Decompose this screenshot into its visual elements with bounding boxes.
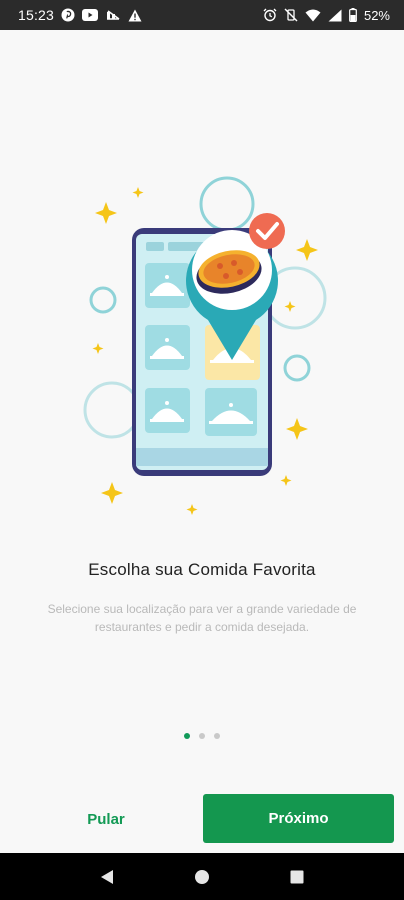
decorative-ring-left: [89, 286, 117, 314]
status-bar-right: 52%: [263, 8, 390, 23]
page-indicator: [0, 733, 404, 739]
pinterest-icon: [61, 8, 75, 22]
sparkle-icon: [132, 187, 144, 198]
skip-button[interactable]: Pular: [60, 797, 152, 841]
status-time: 15:23: [18, 7, 55, 23]
decorative-ring-top: [199, 176, 255, 232]
sparkle-icon: [95, 202, 117, 224]
status-bar-left: 15:23: [18, 7, 142, 23]
vibrate-off-icon: [284, 8, 298, 22]
warning-icon: [128, 9, 142, 22]
decorative-ring-big-left: [83, 381, 141, 439]
wifi-icon: [305, 9, 321, 22]
home-icon[interactable]: [182, 857, 222, 897]
food-tile: [145, 263, 190, 308]
battery-percentage: 52%: [363, 7, 390, 23]
onboarding-description: Selecione sua localização para ver a gra…: [47, 602, 357, 634]
youtube-icon: [82, 9, 99, 21]
alarm-icon: [263, 8, 277, 22]
battery-icon: [349, 8, 357, 22]
recents-icon[interactable]: [277, 857, 317, 897]
decorative-ring-right: [283, 354, 311, 382]
food-tile: [145, 325, 190, 370]
onboarding-illustration: [0, 160, 404, 530]
page-dot: [199, 733, 205, 739]
signal-icon: [328, 9, 342, 22]
status-bar: 15:23 52%: [0, 0, 404, 30]
sparkle-icon: [186, 504, 198, 515]
sparkle-icon: [284, 301, 296, 312]
page-dot-active: [184, 733, 190, 739]
onboarding-title: Escolha sua Comida Favorita: [88, 560, 316, 579]
signal-off-icon: [105, 9, 121, 21]
back-icon[interactable]: [87, 857, 127, 897]
check-badge-icon: [249, 213, 285, 249]
page-dot: [214, 733, 220, 739]
sparkle-icon: [286, 418, 308, 440]
sparkle-icon: [92, 343, 104, 354]
food-tile: [145, 388, 190, 433]
next-button[interactable]: Próximo: [203, 794, 394, 843]
sparkle-icon: [296, 239, 318, 261]
navigation-bar: [0, 853, 404, 900]
food-tile: [205, 388, 257, 436]
sparkle-icon: [280, 475, 292, 486]
sparkle-icon: [101, 482, 123, 504]
